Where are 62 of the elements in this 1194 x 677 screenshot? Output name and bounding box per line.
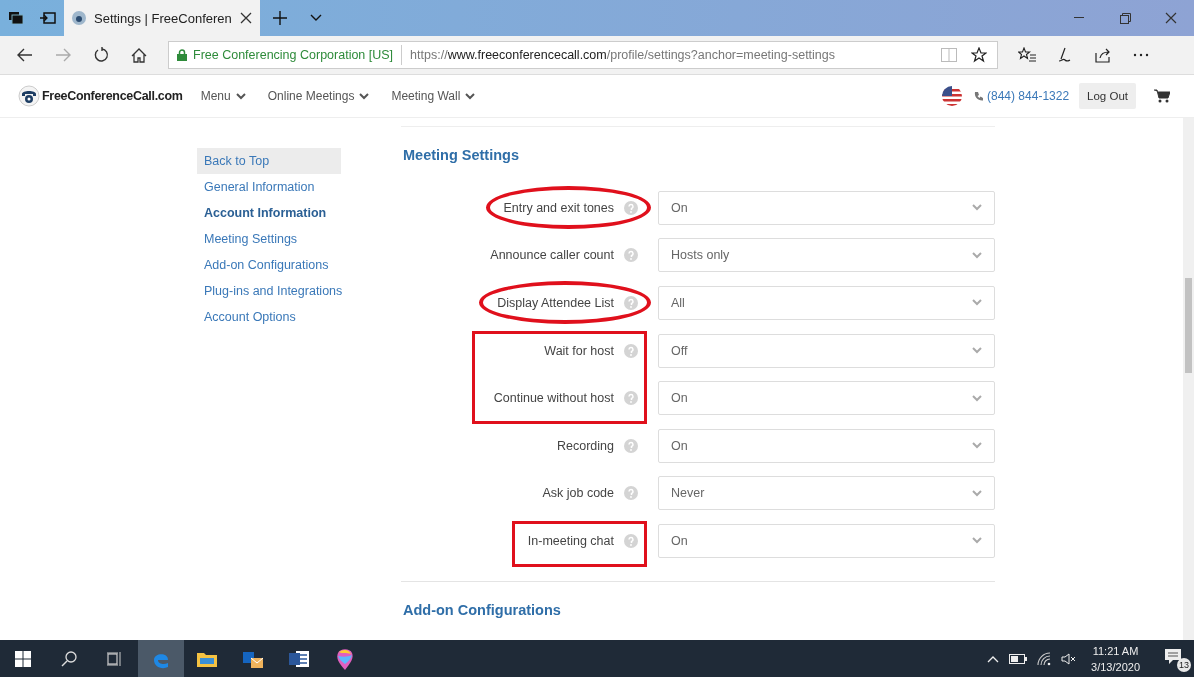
chevron-down-icon	[972, 204, 982, 212]
clock-time: 11:21 AM	[1092, 643, 1139, 659]
setting-label: Wait for host	[544, 343, 614, 358]
chevron-down-icon	[972, 442, 982, 450]
chevron-down-icon	[972, 299, 982, 307]
chevron-down-icon	[972, 347, 982, 355]
chevron-down-icon	[972, 489, 982, 497]
star-icon[interactable]	[971, 47, 987, 63]
phone-logo-icon	[18, 85, 40, 107]
setting-label: Recording	[557, 438, 614, 453]
setting-dropdown[interactable]: Hosts only	[658, 238, 995, 273]
close-icon[interactable]	[239, 12, 252, 24]
site-identity: Free Conferencing Corporation [US]	[193, 48, 394, 62]
setting-dropdown[interactable]: On	[658, 523, 995, 558]
sidebar-link[interactable]: Account Information	[197, 200, 341, 226]
address-bar[interactable]: Free Conferencing Corporation [US] https://www.freeconferencecall.com/profile/settings?anchor=meeting-settings	[168, 41, 998, 69]
clock-date: 3/13/2020	[1091, 659, 1140, 675]
setting-label: In-meeting chat	[527, 533, 614, 548]
setting-dropdown[interactable]: On	[658, 190, 995, 225]
sidebar-link[interactable]: Add-on Configurations	[197, 252, 341, 278]
battery-icon[interactable]	[1009, 653, 1028, 664]
browser-tab[interactable]: Settings | FreeConferen	[64, 0, 260, 36]
log-out-button[interactable]: Log Out	[1079, 83, 1136, 109]
nav-menu[interactable]: Meeting Wall	[391, 89, 476, 103]
setting-dropdown[interactable]: Never	[658, 476, 995, 511]
phone-favicon-icon	[72, 11, 86, 25]
sidebar-link[interactable]: Plug-ins and Integrations	[197, 278, 341, 304]
setting-dropdown[interactable]: Off	[658, 333, 995, 368]
setting-label: Ask job code	[542, 486, 614, 501]
section-heading: Meeting Settings	[403, 147, 520, 163]
section-heading: Add-on Configurations	[403, 601, 562, 618]
scrollbar[interactable]	[1183, 118, 1194, 642]
mute-icon[interactable]	[1061, 652, 1078, 665]
setting-dropdown[interactable]: On	[658, 381, 995, 416]
chevron-down-icon	[972, 251, 982, 259]
site-logo[interactable]: FreeConferenceCall.com	[42, 89, 183, 103]
chevron-down-icon	[359, 92, 370, 100]
lock-icon	[177, 49, 187, 61]
us-flag-icon[interactable]	[942, 86, 962, 106]
url-text: https://www.freeconferencecall.com/profile/settings?anchor=meeting-settings	[409, 48, 836, 62]
cart-icon[interactable]	[1154, 89, 1170, 103]
chevron-down-icon	[465, 92, 476, 100]
phone-icon	[974, 91, 983, 101]
sidebar-link[interactable]: General Information	[197, 174, 341, 200]
setting-label: Display Attendee List	[497, 296, 614, 310]
wifi-icon[interactable]	[1037, 651, 1052, 666]
nav-menu[interactable]: Online Meetings	[267, 89, 370, 103]
nav-menu[interactable]: Menu	[200, 89, 246, 103]
phone-number[interactable]: (844) 844-1322	[987, 89, 1070, 103]
sidebar-link[interactable]: Back to Top	[197, 148, 341, 174]
sidebar-link[interactable]: Account Options	[197, 304, 341, 330]
setting-label: Entry and exit tones	[503, 200, 614, 215]
chevron-down-icon	[972, 537, 982, 545]
sidebar-link[interactable]: Meeting Settings	[197, 226, 341, 252]
setting-dropdown[interactable]: On	[658, 428, 995, 463]
chevron-down-icon	[235, 92, 246, 100]
chevron-up-icon[interactable]	[987, 654, 1000, 663]
notification-count: 13	[1177, 657, 1191, 672]
chevron-down-icon	[972, 394, 982, 402]
setting-label: Continue without host	[493, 391, 614, 406]
setting-label: Announce caller count	[490, 248, 614, 263]
setting-dropdown[interactable]: All	[658, 286, 995, 320]
